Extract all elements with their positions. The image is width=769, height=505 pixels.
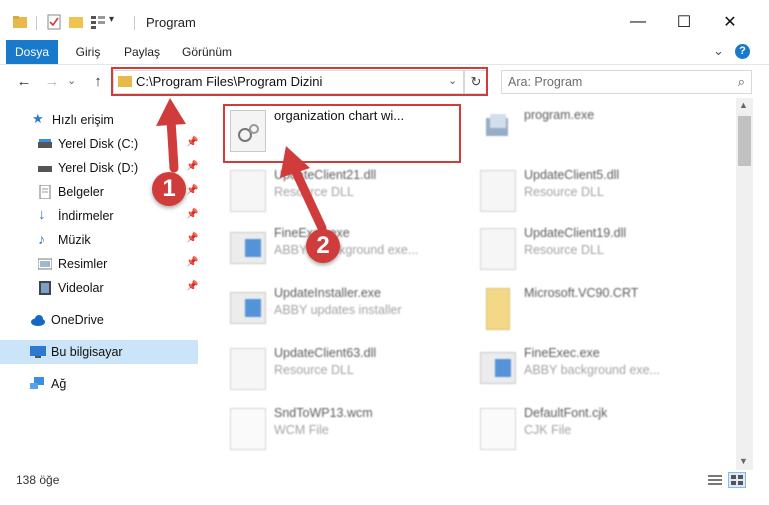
- annotation-marker-1: 1: [152, 172, 186, 206]
- annotation-arrows: [156, 98, 327, 233]
- annotation-marker-2: 2: [306, 229, 340, 263]
